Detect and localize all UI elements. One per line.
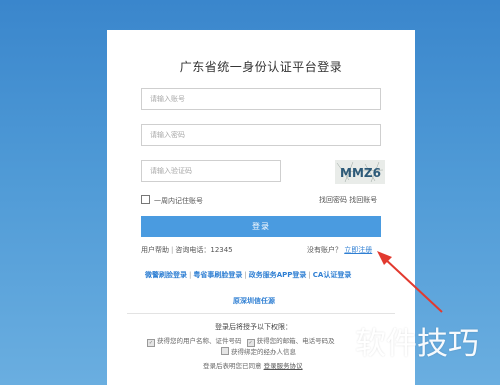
watermark-text: 软件技巧 — [355, 326, 479, 362]
